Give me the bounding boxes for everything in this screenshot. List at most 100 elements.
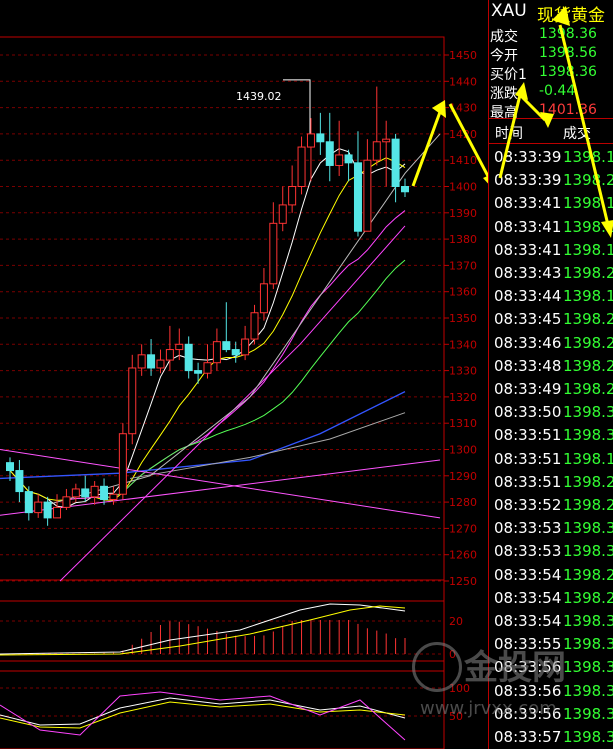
tick-row[interactable]: 08:33:511398.20 — [489, 471, 613, 494]
candle-body — [391, 138, 400, 188]
candle-body — [109, 493, 118, 500]
tick-time: 08:33:41 — [494, 217, 562, 236]
candle-body — [194, 370, 203, 374]
tick-row[interactable]: 08:33:531398.30 — [489, 540, 613, 563]
candle-body — [297, 146, 306, 188]
quote-label: 今开 — [490, 48, 518, 64]
price-tick-label: 1400 — [449, 181, 477, 194]
price-tick-label: 1290 — [449, 470, 477, 483]
ma30-line — [104, 259, 406, 498]
tick-row[interactable]: 08:33:511398.31 — [489, 424, 613, 447]
tick-row[interactable]: 08:33:57 1398.3 — [489, 726, 613, 749]
tick-time: 08:33:51 — [494, 449, 562, 468]
tick-price: 1398.19 — [563, 449, 613, 468]
tick-price: 1398.29 — [563, 588, 613, 607]
quote-value: 1398.36 — [539, 26, 597, 42]
indicator1-tick-label: 0 — [449, 648, 456, 661]
annotation-leader — [283, 79, 311, 134]
tick-time: 08:33:55 — [494, 635, 562, 654]
tick-time: 08:33:41 — [494, 240, 562, 259]
tick-time: 08:33:45 — [494, 310, 562, 329]
tick-row[interactable]: 08:33:411398.17 — [489, 239, 613, 262]
tick-price: 1398.3 — [563, 728, 613, 746]
tick-price: 1398.31 — [563, 612, 613, 630]
tick-time: 08:33:56 — [494, 681, 562, 700]
ticks-time-header: 时间 — [495, 126, 523, 142]
tick-price: 1398.31 — [563, 681, 613, 700]
kline-chart[interactable]: 1450144014301420141014001390138013701360… — [0, 0, 488, 749]
tick-row[interactable]: 08:33:511398.19 — [489, 448, 613, 471]
candle-body — [53, 506, 62, 519]
tick-row[interactable]: 08:33:551398.37 — [489, 633, 613, 656]
tick-row[interactable]: 08:33:541398.29 — [489, 564, 613, 587]
candle-body — [401, 186, 409, 193]
quote-label: 买价1 — [490, 67, 527, 83]
tick-row[interactable]: 08:33:561398.31 — [489, 680, 613, 703]
tick-price: 1398.31 — [563, 426, 613, 445]
quote-value: -0.44 — [539, 83, 576, 99]
price-tick-label: 1270 — [449, 522, 477, 535]
tick-row[interactable]: 08:33:561398.36 — [489, 703, 613, 726]
tick-row[interactable]: 08:33:541398.29 — [489, 587, 613, 610]
price-tick-label: 1370 — [449, 259, 477, 272]
candle-body — [175, 343, 184, 351]
tick-price: 1398.2 — [563, 171, 613, 190]
tick-row[interactable]: 08:33:481398.29 — [489, 355, 613, 378]
quote-row: 买价1 1398.36 — [489, 64, 613, 83]
tick-row[interactable]: 08:33:41 1398.1 — [489, 216, 613, 239]
tick-time: 08:33:54 — [494, 565, 562, 584]
tick-row[interactable]: 08:33:431398.20 — [489, 262, 613, 285]
tick-time: 08:33:50 — [494, 403, 562, 422]
tick-row[interactable]: 08:33:521398.21 — [489, 494, 613, 517]
quote-row: 成交 1398.36 — [489, 26, 613, 45]
tick-time: 08:33:46 — [494, 333, 562, 352]
tick-row[interactable]: 08:33:451398.20 — [489, 308, 613, 331]
candle-body — [353, 162, 362, 232]
symbol-label: XAU — [491, 1, 527, 21]
tick-price: 1398.29 — [563, 333, 613, 352]
tick-price: 1398.31 — [563, 403, 613, 422]
candle-body — [24, 491, 33, 514]
tick-row[interactable]: 08:33:541398.31 — [489, 610, 613, 633]
candle-body — [288, 186, 297, 206]
price-tick-label: 1250 — [449, 575, 477, 588]
high-annotation: 1439.02 — [236, 90, 282, 103]
indicator2-frame — [0, 670, 445, 749]
tick-time: 08:33:51 — [494, 472, 562, 491]
price-tick-label: 1300 — [449, 444, 477, 457]
tick-row[interactable]: 08:33:501398.31 — [489, 401, 613, 424]
quote-label: 成交 — [490, 29, 518, 45]
tick-time: 08:33:48 — [494, 356, 562, 375]
k-line — [0, 697, 406, 726]
candle-body — [100, 485, 109, 500]
tick-row[interactable]: 08:33:39 1398.2 — [489, 169, 613, 192]
tick-row[interactable]: 08:33:41 1398.1 — [489, 192, 613, 215]
tick-row[interactable]: 08:33:531398.31 — [489, 517, 613, 540]
indicator-panel-2: 100 50 — [0, 682, 470, 741]
tick-price: 1398.30 — [563, 542, 613, 561]
tick-row[interactable]: 08:33:441398.19 — [489, 285, 613, 308]
tick-row[interactable]: 08:33:391398.16 — [489, 146, 613, 169]
tick-time: 08:33:51 — [494, 426, 562, 445]
tick-price: 1398.31 — [563, 519, 613, 538]
quote-value: 1401.36 — [539, 102, 597, 118]
price-tick-label: 1350 — [449, 312, 477, 325]
indicator-panel-1: 20 0 — [0, 603, 463, 661]
tick-price: 1398.16 — [563, 148, 613, 166]
price-tick-label: 1410 — [449, 154, 477, 167]
candle-body — [165, 349, 174, 361]
tick-price: 1398.21 — [563, 496, 613, 514]
candle-body — [212, 341, 221, 364]
candle-body — [81, 488, 90, 498]
quote-row: 涨跌 -0.44 — [489, 83, 613, 102]
tick-row[interactable]: 08:33:461398.29 — [489, 332, 613, 355]
tick-row[interactable]: 08:33:561398.34 — [489, 656, 613, 679]
candle-body — [344, 154, 353, 164]
price-tick-label: 1440 — [449, 75, 477, 88]
tick-time: 08:33:39 — [494, 171, 562, 190]
candle-body — [203, 362, 212, 374]
price-axis: 1450144014301420141014001390138013701360… — [444, 49, 477, 588]
candle-body — [269, 222, 278, 285]
tick-row[interactable]: 08:33:491398.27 — [489, 378, 613, 401]
arrow-down-line — [448, 103, 488, 180]
